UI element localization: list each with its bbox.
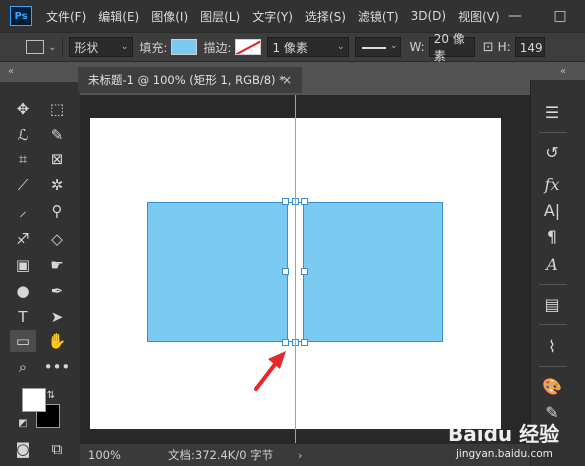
link-icon[interactable]: ⊡ [483,40,494,55]
stroke-label: 描边: [203,40,232,55]
divider [62,37,64,57]
stroke-width-field[interactable]: 1 像素 ⌄ [267,37,350,57]
fx-icon[interactable]: fx [539,172,565,196]
menu-image[interactable]: 图像(I) [145,8,194,25]
chevron-down-icon: ⌄ [120,42,129,52]
quick-selection-icon[interactable]: ✎ [44,124,70,146]
menu-type[interactable]: 文字(Y) [246,8,299,25]
paths-icon[interactable]: ⌇ [539,334,565,358]
rectangle-icon[interactable]: ▭ [10,330,36,352]
glyphs-icon[interactable]: A [539,252,565,276]
properties-icon[interactable]: ▤ [539,292,565,316]
height-field[interactable]: 149 像 [514,37,545,57]
foreground-color-swatch[interactable] [22,388,46,412]
document-info[interactable]: 文档:372.4K/0 字节 [168,447,273,463]
gradient-icon[interactable]: ▣ [10,254,36,276]
width-label: W: [409,40,425,54]
width-value: 20 像素 [433,32,465,63]
menu-filter[interactable]: 滤镜(T) [352,8,405,25]
smudge-icon[interactable]: ☛ [44,254,70,276]
quick-mask-icon[interactable]: ◙ [10,438,36,460]
red-arrow-annotation [254,351,286,391]
more-icon[interactable]: ••• [44,356,71,378]
menu-edit[interactable]: 编辑(E) [92,8,145,25]
brush-icon[interactable]: ⸝ [10,200,36,222]
menu-layer[interactable]: 图层(L) [194,8,246,25]
height-label: H: [497,40,511,54]
fill-label: 填充: [139,40,168,55]
move-icon[interactable]: ✥ [10,98,36,120]
zoom-level[interactable]: 100% [88,448,148,462]
stroke-style-dropdown[interactable]: ⌄ [355,37,402,57]
transform-handle-bottom-right[interactable] [301,339,308,346]
path-selection-icon[interactable]: ➤ [44,306,70,328]
mode-value: 形状 [74,40,99,55]
fill-color-swatch[interactable] [171,39,198,55]
options-bar: ⌄ 形状 ⌄ 填充: 描边: 1 像素 ⌄ ⌄ W: 20 像素 ⊡ H: 14… [0,32,585,63]
history-brush-icon[interactable]: ♐ [10,228,36,250]
menu-bar: Ps 文件(F) 编辑(E) 图像(I) 图层(L) 文字(Y) 选择(S) 滤… [0,0,585,32]
transform-handle-top-right[interactable] [301,198,308,205]
default-colors-icon[interactable]: ◩ [10,412,36,434]
history-icon[interactable]: ↺ [539,140,565,164]
chevron-down-icon: ⌄ [336,42,345,52]
menu-select[interactable]: 选择(S) [299,8,352,25]
paragraph-icon[interactable]: ¶ [539,224,565,248]
eyedropper-icon[interactable]: ⟋ [10,174,36,196]
hand-icon[interactable]: ✋ [44,330,70,352]
document-title: 未标题-1 @ 100% (矩形 1, RGB/8) * [88,73,285,87]
screen-mode-icon[interactable]: ⧉ [44,438,70,460]
transform-handle-right[interactable] [301,268,308,275]
height-value: 149 像 [519,40,544,55]
stroke-width-value: 1 像素 [272,40,308,55]
lasso-icon[interactable]: ℒ [10,124,36,146]
minimize-button[interactable]: — [495,0,535,32]
width-field[interactable]: 20 像素 [428,32,475,63]
collapse-panels-icon[interactable]: « [560,66,566,77]
divider [539,284,567,285]
marquee-icon[interactable]: ⬚ [44,98,70,120]
clone-stamp-icon[interactable]: ⚲ [44,200,70,222]
divider [539,324,567,325]
maximize-button[interactable]: □ [540,0,580,32]
transform-handle-left[interactable] [282,268,289,275]
baidu-watermark: Baidu 经验 jingyan.baidu.com [448,418,585,466]
type-icon[interactable]: T [10,306,36,328]
divider [539,132,567,133]
right-panel-dock: ☰ ↺ fx A| ¶ A ▤ ⌇ 🎨 ✎ [530,80,585,466]
collapse-toolbar-icon[interactable]: « [8,66,14,77]
character-icon[interactable]: A| [539,198,565,222]
watermark-brand: Baidu 经验 [448,422,560,446]
dodge-icon[interactable]: ● [10,280,36,302]
divider [539,366,567,367]
zoom-icon[interactable]: ⌕ [10,356,36,378]
canvas-area[interactable] [80,95,530,443]
document-tab[interactable]: 未标题-1 @ 100% (矩形 1, RGB/8) * × [78,67,302,93]
close-icon[interactable]: × [282,73,292,87]
mode-dropdown[interactable]: 形状 ⌄ [69,37,134,57]
photoshop-logo: Ps [10,6,32,26]
spot-healing-icon[interactable]: ✲ [44,174,70,196]
crop-icon[interactable]: ⌗ [10,148,36,170]
transform-handle-bottom-left[interactable] [282,339,289,346]
menu-3d[interactable]: 3D(D) [405,9,452,23]
chevron-down-icon[interactable]: ⌄ [48,42,56,53]
rectangle-tool-preset-icon[interactable] [26,40,44,54]
chevron-down-icon: ⌄ [389,41,398,51]
watermark-url: jingyan.baidu.com [456,448,553,460]
adjustments-icon[interactable]: ☰ [539,100,565,124]
vertical-guide-line[interactable] [295,95,296,443]
eraser-icon[interactable]: ◇ [44,228,70,250]
chevron-right-icon[interactable]: › [298,449,302,462]
swatches-icon[interactable]: 🎨 [539,374,565,398]
frame-icon[interactable]: ⊠ [44,148,70,170]
pen-icon[interactable]: ✒ [44,280,70,302]
menu-file[interactable]: 文件(F) [40,8,92,25]
transform-handle-top-left[interactable] [282,198,289,205]
stroke-color-swatch[interactable] [235,39,262,55]
